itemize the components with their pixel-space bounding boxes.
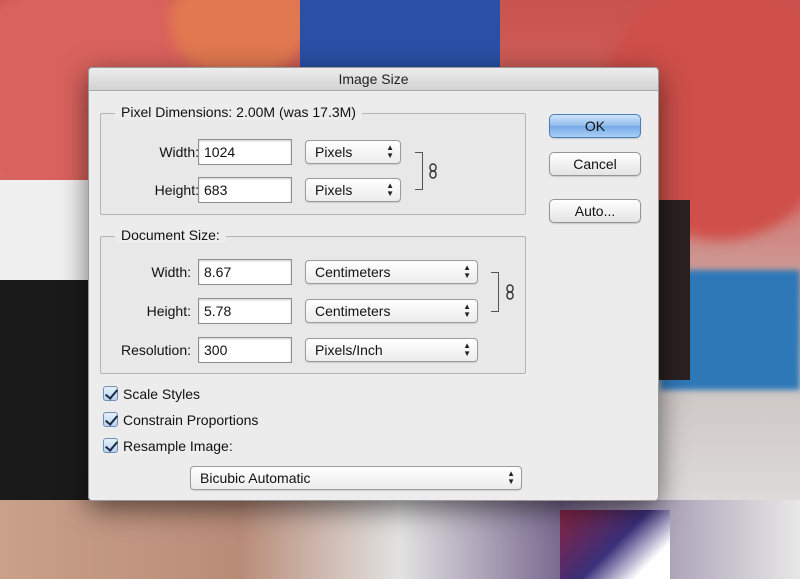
pixel-dimensions-legend: Pixel Dimensions: 2.00M (was 17.3M) [115,104,362,120]
checkbox-checked-icon [103,386,118,401]
checkbox-checked-icon [103,412,118,427]
document-size-legend: Document Size: [115,227,226,243]
pixel-width-unit-select[interactable]: Pixels ▲ ▼ [305,140,401,164]
doc-width-label: Width: [151,264,191,280]
up-down-arrows-icon: ▲ ▼ [507,469,515,486]
doc-width-input[interactable]: 8.67 [198,259,292,285]
resolution-unit-select[interactable]: Pixels/Inch ▲ ▼ [305,338,478,362]
resolution-unit-value: Pixels/Inch [315,342,383,358]
up-down-arrows-icon: ▲ ▼ [386,143,394,160]
resample-image-label: Resample Image: [123,438,233,454]
up-down-arrows-icon: ▲ ▼ [463,341,471,358]
up-down-arrows-icon: ▲ ▼ [463,302,471,319]
doc-height-unit-value: Centimeters [315,303,391,319]
chain-link-icon[interactable] [506,284,514,300]
up-down-arrows-icon: ▲ ▼ [463,263,471,280]
pixel-height-label: Height: [154,182,199,198]
scale-styles-checkbox[interactable]: Scale Styles [103,385,200,403]
document-size-group: Document Size: Width: 8.67 Centimeters ▲… [100,227,526,374]
doc-width-unit-select[interactable]: Centimeters ▲ ▼ [305,260,478,284]
doc-height-input[interactable]: 5.78 [198,298,292,324]
doc-width-unit-value: Centimeters [315,264,391,280]
constrain-proportions-label: Constrain Proportions [123,412,259,428]
image-size-dialog: Image Size Pixel Dimensions: 2.00M (was … [88,67,659,501]
resample-image-checkbox[interactable]: Resample Image: [103,437,233,455]
doc-height-unit-select[interactable]: Centimeters ▲ ▼ [305,299,478,323]
pixel-height-unit-value: Pixels [315,182,353,198]
scale-styles-label: Scale Styles [123,386,201,402]
up-down-arrows-icon: ▲ ▼ [386,181,394,198]
pixel-width-input[interactable]: 1024 [198,139,292,165]
ok-button[interactable]: OK [549,114,641,138]
resolution-input[interactable]: 300 [198,337,292,363]
constrain-bracket [415,152,423,190]
pixel-dimensions-group: Pixel Dimensions: 2.00M (was 17.3M) Widt… [100,104,526,215]
constrain-proportions-checkbox[interactable]: Constrain Proportions [103,411,258,429]
resolution-label: Resolution: [120,342,191,358]
resample-method-select[interactable]: Bicubic Automatic ▲ ▼ [190,466,522,490]
constrain-bracket [491,272,499,312]
pixel-width-label: Width: [159,144,199,160]
pixel-height-unit-select[interactable]: Pixels ▲ ▼ [305,178,401,202]
checkbox-checked-icon [103,438,118,453]
chain-link-icon[interactable] [429,163,437,179]
dialog-title: Image Size [89,68,658,91]
auto-button[interactable]: Auto... [549,199,641,223]
pixel-width-unit-value: Pixels [315,144,353,160]
pixel-height-input[interactable]: 683 [198,177,292,203]
doc-height-label: Height: [146,303,191,319]
cancel-button[interactable]: Cancel [549,152,641,176]
resample-method-value: Bicubic Automatic [200,470,311,486]
